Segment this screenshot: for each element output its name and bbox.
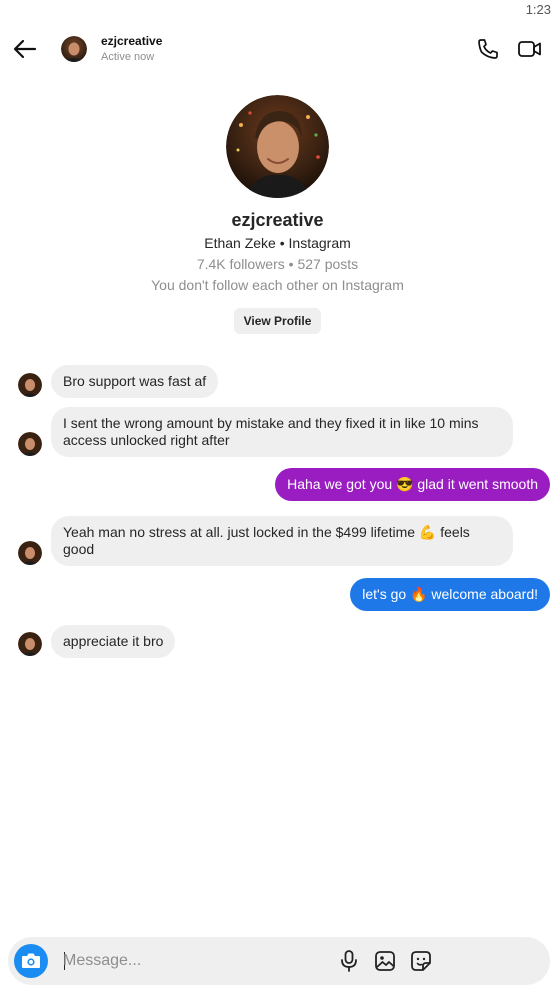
message-input[interactable] [63,948,323,974]
gallery-button[interactable] [374,950,396,972]
message-bubble-incoming[interactable]: Yeah man no stress at all. just locked i… [51,516,513,566]
message-bubble-incoming[interactable]: Bro support was fast af [51,365,219,398]
header-active-status: Active now [101,51,155,63]
arrow-left-icon [13,39,37,59]
profile-card: ezjcreative Ethan Zeke • Instagram 7.4K … [0,95,555,334]
profile-full-name: Ethan Zeke • Instagram [204,235,351,251]
message-avatar[interactable] [18,432,42,456]
audio-call-button[interactable] [476,37,500,61]
message-composer [8,937,550,985]
header-username[interactable]: ezjcreative [101,34,162,48]
message-bubble-outgoing[interactable]: Haha we got you 😎 glad it went smooth [275,468,550,501]
camera-icon [22,953,40,968]
profile-stats: 7.4K followers • 527 posts [196,256,359,272]
phone-icon [478,39,498,59]
sticker-button[interactable] [410,950,432,972]
status-time: 1:23 [525,2,551,17]
message-bubble-outgoing[interactable]: let's go 🔥 welcome aboard! [350,578,550,611]
message-bubble-incoming[interactable]: appreciate it bro [51,625,176,658]
status-bar: 1:23 [0,0,555,20]
profile-avatar[interactable] [226,95,329,198]
voice-message-button[interactable] [338,949,360,973]
view-profile-button[interactable]: View Profile [233,308,322,334]
chat-header: ezjcreative Active now [0,30,555,68]
header-avatar[interactable] [61,36,87,62]
video-call-button[interactable] [517,37,543,61]
microphone-icon [341,950,357,972]
gallery-icon [375,951,395,971]
message-avatar[interactable] [18,373,42,397]
profile-username: ezjcreative [231,210,324,230]
camera-button[interactable] [14,944,48,978]
video-camera-icon [518,41,541,57]
message-avatar[interactable] [18,632,42,656]
message-avatar[interactable] [18,541,42,565]
back-button[interactable] [12,36,38,62]
sticker-icon [411,951,431,971]
message-bubble-incoming[interactable]: I sent the wrong amount by mistake and t… [51,407,513,457]
profile-follow-status: You don't follow each other on Instagram [151,277,404,293]
